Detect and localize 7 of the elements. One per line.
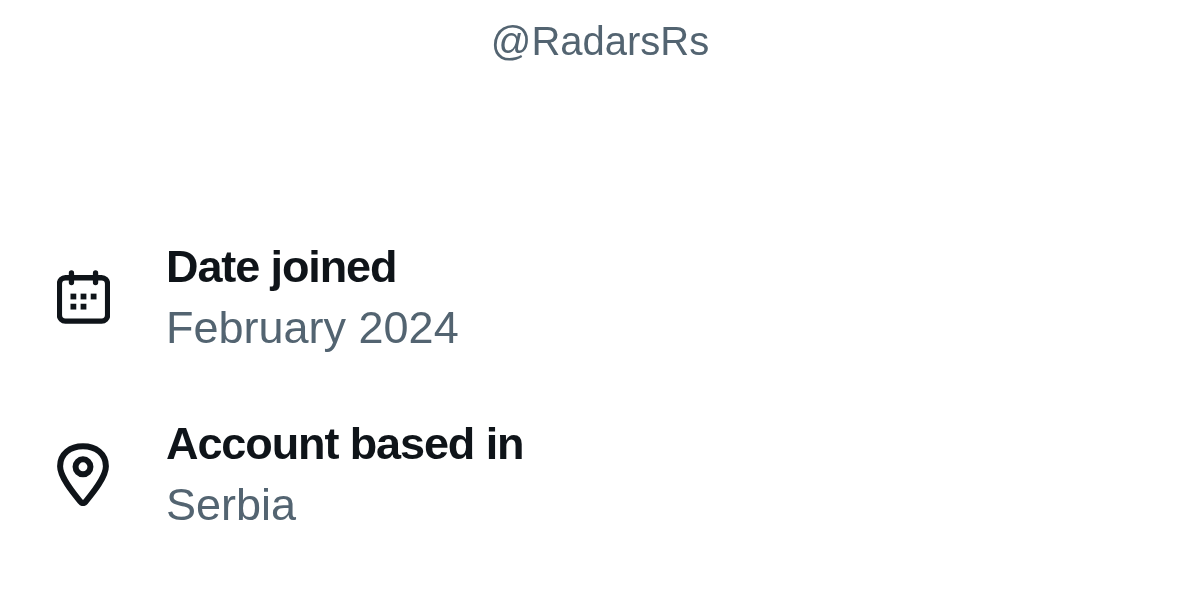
detail-value: Serbia	[166, 478, 297, 532]
detail-value: February 2024	[166, 301, 459, 355]
location-pin-icon	[57, 442, 109, 506]
detail-label: Account based in	[166, 417, 524, 471]
profile-handle: @RadarsRs	[490, 18, 710, 65]
detail-label: Date joined	[166, 240, 397, 294]
calendar-icon	[57, 270, 110, 324]
